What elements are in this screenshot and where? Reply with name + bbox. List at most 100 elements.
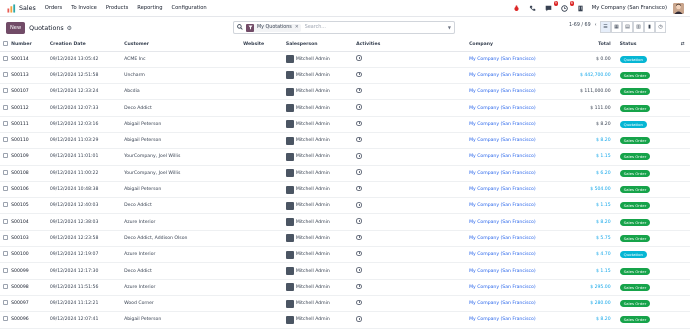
app-name[interactable]: Sales [19, 5, 36, 12]
search-facet[interactable]: My Quotations ✕ [246, 23, 301, 32]
row-checkbox[interactable] [0, 51, 9, 68]
menu-reporting[interactable]: Reporting [137, 5, 162, 11]
table-row[interactable]: S00099 09/12/2024 12:17:30 Deco Addict Mitc… [0, 262, 690, 280]
row-checkbox[interactable] [0, 132, 9, 150]
row-checkbox[interactable] [0, 165, 9, 182]
activities-cell[interactable] [353, 116, 467, 133]
row-checkbox[interactable] [0, 83, 9, 101]
activities-cell[interactable] [353, 246, 467, 264]
col-customer[interactable]: Customer [121, 39, 241, 52]
row-checkbox[interactable] [0, 311, 9, 329]
phone-icon[interactable] [528, 3, 538, 13]
chevron-down-icon[interactable]: ▼ [448, 25, 451, 30]
activities-cell[interactable] [353, 295, 467, 313]
row-checkbox[interactable] [0, 262, 9, 280]
new-button[interactable]: New [6, 22, 26, 34]
activity-clock-icon[interactable] [356, 136, 362, 143]
col-website[interactable]: Website [240, 39, 283, 52]
chat-icon[interactable]: 9 [544, 1, 558, 13]
activities-cell[interactable] [353, 197, 467, 215]
table-row[interactable]: S00107 09/12/2024 12:33:24 Abcdia Mitchell … [0, 83, 690, 101]
activities-cell[interactable] [353, 279, 467, 296]
search-input[interactable]: Search... [305, 25, 448, 30]
activity-clock-icon[interactable] [356, 153, 362, 159]
graph-view-icon[interactable]: ▮ [644, 21, 655, 33]
activity-clock-icon[interactable] [356, 283, 362, 290]
menu-orders[interactable]: Orders [45, 5, 62, 11]
table-row[interactable]: S00105 09/12/2024 12:40:03 Deco Addict Mitc… [0, 197, 690, 215]
row-checkbox[interactable] [0, 295, 9, 313]
col-creation-date[interactable]: Creation Date [46, 39, 122, 52]
activities-cell[interactable] [353, 148, 467, 166]
col-company[interactable]: Company [466, 39, 573, 52]
activity-clock-icon[interactable] [356, 267, 362, 273]
list-view-icon[interactable]: ☰ [600, 21, 611, 33]
row-checkbox[interactable] [0, 230, 9, 248]
pivot-view-icon[interactable]: ▥ [633, 21, 644, 33]
row-checkbox[interactable] [0, 148, 9, 166]
row-checkbox[interactable] [0, 181, 9, 199]
table-row[interactable]: S00109 09/12/2024 11:01:01 YourCompany, Jo… [0, 148, 690, 166]
activity-clock-icon[interactable] [356, 185, 362, 192]
menu-products[interactable]: Products [106, 5, 128, 11]
activity-clock-icon[interactable] [356, 250, 362, 257]
activity-clock-icon[interactable] [356, 299, 362, 306]
calendar-view-icon[interactable]: ▤ [622, 21, 633, 33]
activity-clock-icon[interactable] [356, 218, 362, 224]
search-icon[interactable] [237, 23, 243, 32]
table-row[interactable]: S00108 09/12/2024 11:00:22 YourCompany, Jo… [0, 165, 690, 182]
pager-value[interactable]: 1-69 / 69 [569, 23, 591, 28]
gear-icon[interactable]: ⚙ [67, 25, 72, 32]
building-icon[interactable] [576, 3, 586, 13]
menu-to-invoice[interactable]: To Invoice [71, 5, 97, 11]
activities-cell[interactable] [353, 99, 467, 117]
activity-view-icon[interactable]: ◷ [655, 21, 666, 33]
kanban-view-icon[interactable]: ▦ [611, 21, 622, 33]
optional-columns-icon[interactable]: ⇄ [677, 39, 690, 52]
table-row[interactable]: S00112 09/12/2024 12:07:33 Deco Addict Mitc… [0, 99, 690, 117]
table-row[interactable]: S00096 09/12/2024 12:07:41 Abigail Peterso… [0, 311, 690, 329]
activities-cell[interactable] [353, 83, 467, 101]
row-checkbox[interactable] [0, 246, 9, 264]
activities-cell[interactable] [353, 165, 467, 182]
activity-clock-icon[interactable] [356, 202, 362, 208]
sales-app-icon[interactable] [6, 3, 16, 13]
table-row[interactable]: S00103 09/12/2024 12:23:58 Deco Addict, Ad… [0, 230, 690, 248]
activities-cell[interactable] [353, 262, 467, 280]
close-icon[interactable]: ✕ [295, 25, 301, 30]
table-row[interactable]: S00097 09/12/2024 11:12:21 Wood Corner Mitc… [0, 295, 690, 313]
activities-cell[interactable] [353, 67, 467, 85]
activity-clock-icon[interactable] [356, 316, 362, 322]
col-salesperson[interactable]: Salesperson [282, 39, 354, 52]
activity-clock-icon[interactable] [356, 234, 362, 241]
row-checkbox[interactable] [0, 213, 9, 231]
activity-clock-icon[interactable] [356, 87, 362, 94]
col-number[interactable]: Number [8, 39, 47, 52]
row-checkbox[interactable] [0, 116, 9, 133]
table-row[interactable]: S00104 09/12/2024 12:38:03 Azure Interior M… [0, 213, 690, 231]
bug-icon[interactable] [512, 3, 522, 13]
activity-clock-icon[interactable] [356, 55, 362, 61]
row-checkbox[interactable] [0, 99, 9, 117]
table-row[interactable]: S00100 09/12/2024 12:19:07 Azure Interior M… [0, 246, 690, 264]
table-row[interactable]: S00098 09/12/2024 11:51:56 Azure Interior M… [0, 279, 690, 296]
table-row[interactable]: S00114 09/12/2024 13:05:42 ACME Inc Mitchel… [0, 51, 690, 68]
menu-configuration[interactable]: Configuration [172, 5, 207, 11]
activities-cell[interactable] [353, 213, 467, 231]
row-checkbox[interactable] [0, 197, 9, 215]
row-checkbox[interactable] [0, 67, 9, 85]
table-row[interactable]: S00111 09/12/2024 12:03:16 Abigail Peterso… [0, 116, 690, 133]
activities-cell[interactable] [353, 132, 467, 150]
chevron-left-icon[interactable]: ‹ [595, 23, 597, 28]
activities-cell[interactable] [353, 230, 467, 248]
activity-clock-icon[interactable] [356, 120, 362, 127]
activities-cell[interactable] [353, 311, 467, 329]
search-bar[interactable]: My Quotations ✕ Search... ▼ [233, 21, 455, 34]
activity-clock-icon[interactable]: 6 [560, 1, 574, 13]
activities-cell[interactable] [353, 181, 467, 199]
activity-clock-icon[interactable] [356, 169, 362, 175]
company-switcher[interactable]: My Company (San Francisco) [592, 5, 667, 11]
select-all-checkbox[interactable] [0, 39, 9, 52]
user-avatar[interactable] [673, 2, 684, 14]
row-checkbox[interactable] [0, 279, 9, 296]
